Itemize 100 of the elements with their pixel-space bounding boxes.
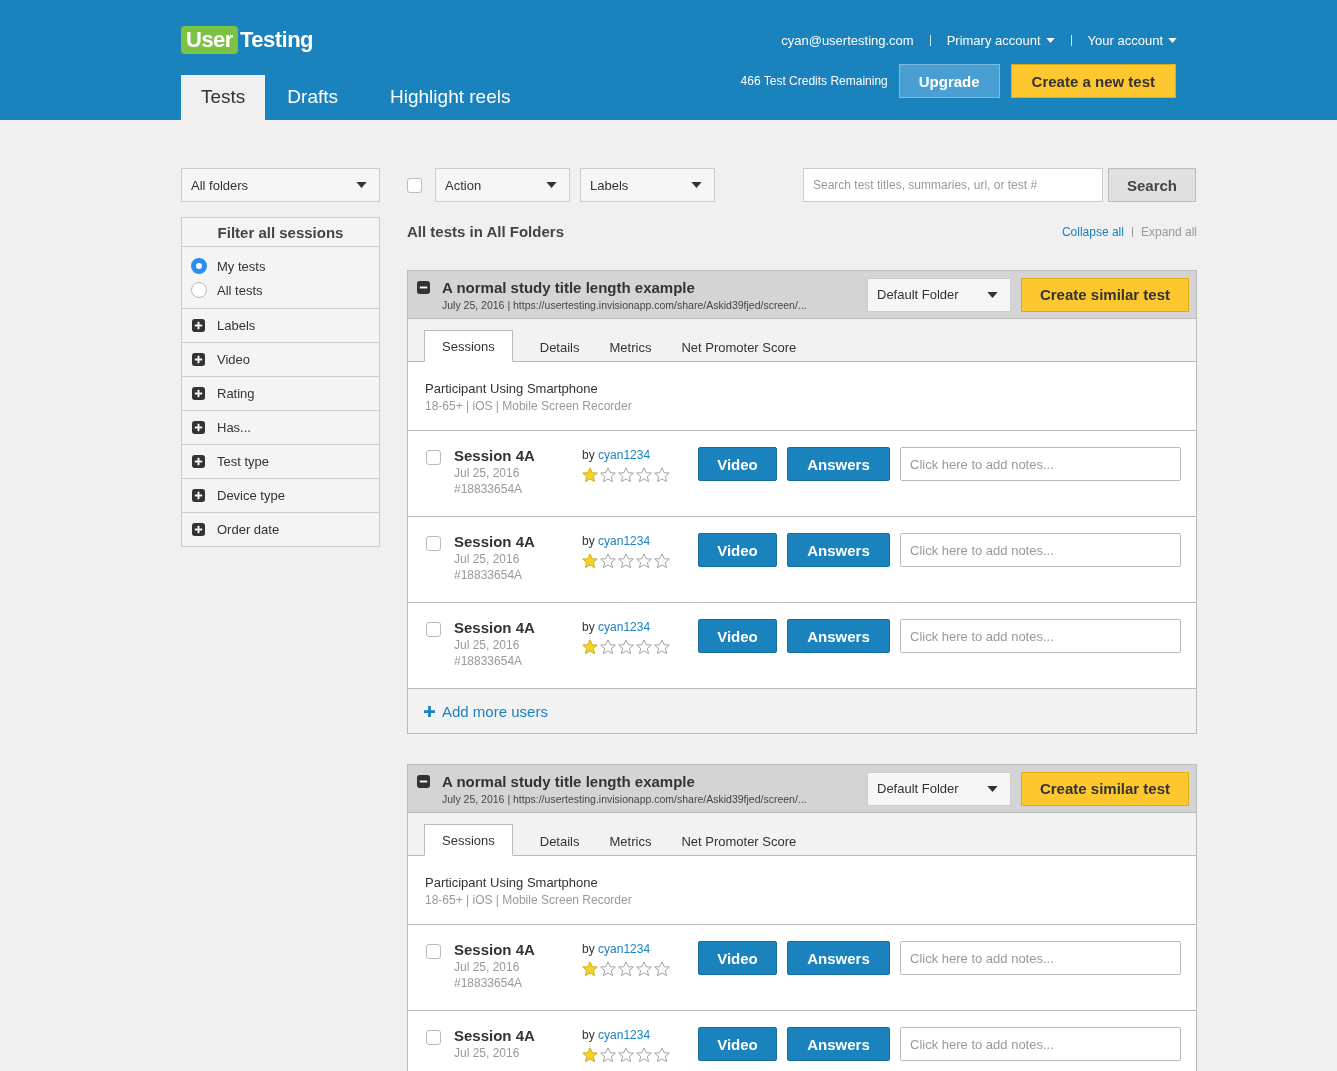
- search-button[interactable]: Search: [1108, 168, 1196, 202]
- plus-icon[interactable]: [192, 319, 205, 332]
- filter-label[interactable]: Has...: [217, 420, 251, 435]
- plus-icon[interactable]: [192, 523, 205, 536]
- nav-tab[interactable]: Highlight reels: [380, 75, 533, 120]
- star-icon[interactable]: [636, 961, 652, 977]
- answers-button[interactable]: Answers: [787, 941, 890, 975]
- session-checkbox[interactable]: [426, 450, 441, 465]
- star-icon[interactable]: [600, 1047, 616, 1063]
- star-icon[interactable]: [582, 467, 598, 483]
- video-button[interactable]: Video: [698, 1027, 777, 1061]
- card-tab[interactable]: Sessions: [424, 330, 513, 362]
- radio-button[interactable]: [191, 282, 207, 298]
- session-title[interactable]: Session 4A: [454, 619, 582, 636]
- account-link[interactable]: Your account: [1087, 32, 1177, 48]
- card-tab[interactable]: Metrics: [594, 332, 667, 362]
- logo[interactable]: User Testing: [181, 26, 313, 54]
- filter-label[interactable]: Test type: [217, 454, 270, 469]
- star-icon[interactable]: [654, 467, 670, 483]
- select-all-checkbox[interactable]: [407, 177, 422, 193]
- star-icon[interactable]: [618, 467, 634, 483]
- minus-icon[interactable]: [417, 775, 430, 788]
- folder-select[interactable]: Default Folder: [867, 277, 1011, 312]
- notes-field[interactable]: Click here to add notes...: [900, 533, 1181, 567]
- notes-field[interactable]: Click here to add notes...: [900, 447, 1181, 481]
- star-icon[interactable]: [654, 639, 670, 655]
- user-link[interactable]: cyan1234: [598, 534, 651, 548]
- session-checkbox[interactable]: [426, 1030, 441, 1045]
- answers-button[interactable]: Answers: [787, 447, 890, 481]
- video-button[interactable]: Video: [698, 447, 777, 481]
- video-button[interactable]: Video: [698, 941, 777, 975]
- card-tab[interactable]: Details: [524, 332, 595, 362]
- star-icon[interactable]: [582, 553, 598, 569]
- session-title[interactable]: Session 4A: [454, 941, 582, 958]
- session-title[interactable]: Session 4A: [454, 447, 582, 464]
- star-icon[interactable]: [600, 961, 616, 977]
- create-similar-button[interactable]: Create similar test: [1021, 277, 1189, 312]
- nav-tab[interactable]: Tests: [181, 75, 266, 120]
- filter-label[interactable]: Video: [217, 352, 250, 367]
- star-icon[interactable]: [582, 961, 598, 977]
- star-icon[interactable]: [582, 1047, 598, 1063]
- star-icon[interactable]: [582, 639, 598, 655]
- create-test-button[interactable]: Create a new test: [1010, 64, 1176, 98]
- star-icon[interactable]: [600, 553, 616, 569]
- user-link[interactable]: cyan1234: [598, 1028, 651, 1042]
- plus-icon[interactable]: [192, 387, 205, 400]
- notes-field[interactable]: Click here to add notes...: [900, 619, 1181, 653]
- filter-label[interactable]: Rating: [217, 386, 255, 401]
- user-link[interactable]: cyan1234: [598, 942, 651, 956]
- account-link[interactable]: cyan@usertesting.com: [781, 32, 914, 48]
- star-icon[interactable]: [600, 639, 616, 655]
- video-button[interactable]: Video: [698, 619, 777, 653]
- collapse-all-link[interactable]: Collapse all: [1061, 224, 1124, 239]
- answers-button[interactable]: Answers: [787, 1027, 890, 1061]
- test-title[interactable]: A normal study title length example: [442, 278, 859, 296]
- filter-label[interactable]: Order date: [217, 522, 280, 537]
- star-icon[interactable]: [636, 553, 652, 569]
- star-icon[interactable]: [636, 639, 652, 655]
- notes-field[interactable]: Click here to add notes...: [900, 941, 1181, 975]
- card-tab[interactable]: Metrics: [594, 826, 667, 856]
- action-select[interactable]: Action: [435, 168, 570, 202]
- plus-icon[interactable]: [192, 455, 205, 468]
- video-button[interactable]: Video: [698, 533, 777, 567]
- user-link[interactable]: cyan1234: [598, 448, 651, 462]
- session-checkbox[interactable]: [426, 944, 441, 959]
- star-icon[interactable]: [654, 553, 670, 569]
- filter-label[interactable]: Device type: [217, 488, 285, 503]
- star-icon[interactable]: [654, 961, 670, 977]
- folder-select[interactable]: Default Folder: [867, 771, 1011, 806]
- folder-select[interactable]: All folders: [181, 168, 380, 202]
- radio-button[interactable]: [191, 258, 207, 274]
- card-tab[interactable]: Net Promoter Score: [666, 332, 812, 362]
- card-tab[interactable]: Details: [524, 826, 595, 856]
- plus-icon[interactable]: [192, 353, 205, 366]
- create-similar-button[interactable]: Create similar test: [1021, 771, 1189, 806]
- nav-tab[interactable]: Drafts: [277, 75, 361, 120]
- labels-select[interactable]: Labels: [580, 168, 715, 202]
- star-icon[interactable]: [636, 467, 652, 483]
- star-icon[interactable]: [618, 553, 634, 569]
- plus-icon[interactable]: [192, 489, 205, 502]
- answers-button[interactable]: Answers: [787, 619, 890, 653]
- session-checkbox[interactable]: [426, 536, 441, 551]
- plus-icon[interactable]: [192, 421, 205, 434]
- search-field[interactable]: Search test titles, summaries, url, or test #: [803, 168, 1103, 202]
- minus-icon[interactable]: [417, 281, 430, 294]
- notes-field[interactable]: Click here to add notes...: [900, 1027, 1181, 1061]
- session-title[interactable]: Session 4A: [454, 533, 582, 550]
- filter-label[interactable]: Labels: [217, 318, 256, 333]
- star-icon[interactable]: [618, 1047, 634, 1063]
- test-title[interactable]: A normal study title length example: [442, 772, 859, 790]
- add-users-link[interactable]: Add more users: [424, 702, 548, 720]
- account-link[interactable]: Primary account: [946, 32, 1055, 48]
- user-link[interactable]: cyan1234: [598, 620, 651, 634]
- star-icon[interactable]: [618, 961, 634, 977]
- session-title[interactable]: Session 4A: [454, 1027, 582, 1044]
- star-icon[interactable]: [654, 1047, 670, 1063]
- star-icon[interactable]: [600, 467, 616, 483]
- star-icon[interactable]: [636, 1047, 652, 1063]
- session-checkbox[interactable]: [426, 622, 441, 637]
- card-tab[interactable]: Sessions: [424, 824, 513, 856]
